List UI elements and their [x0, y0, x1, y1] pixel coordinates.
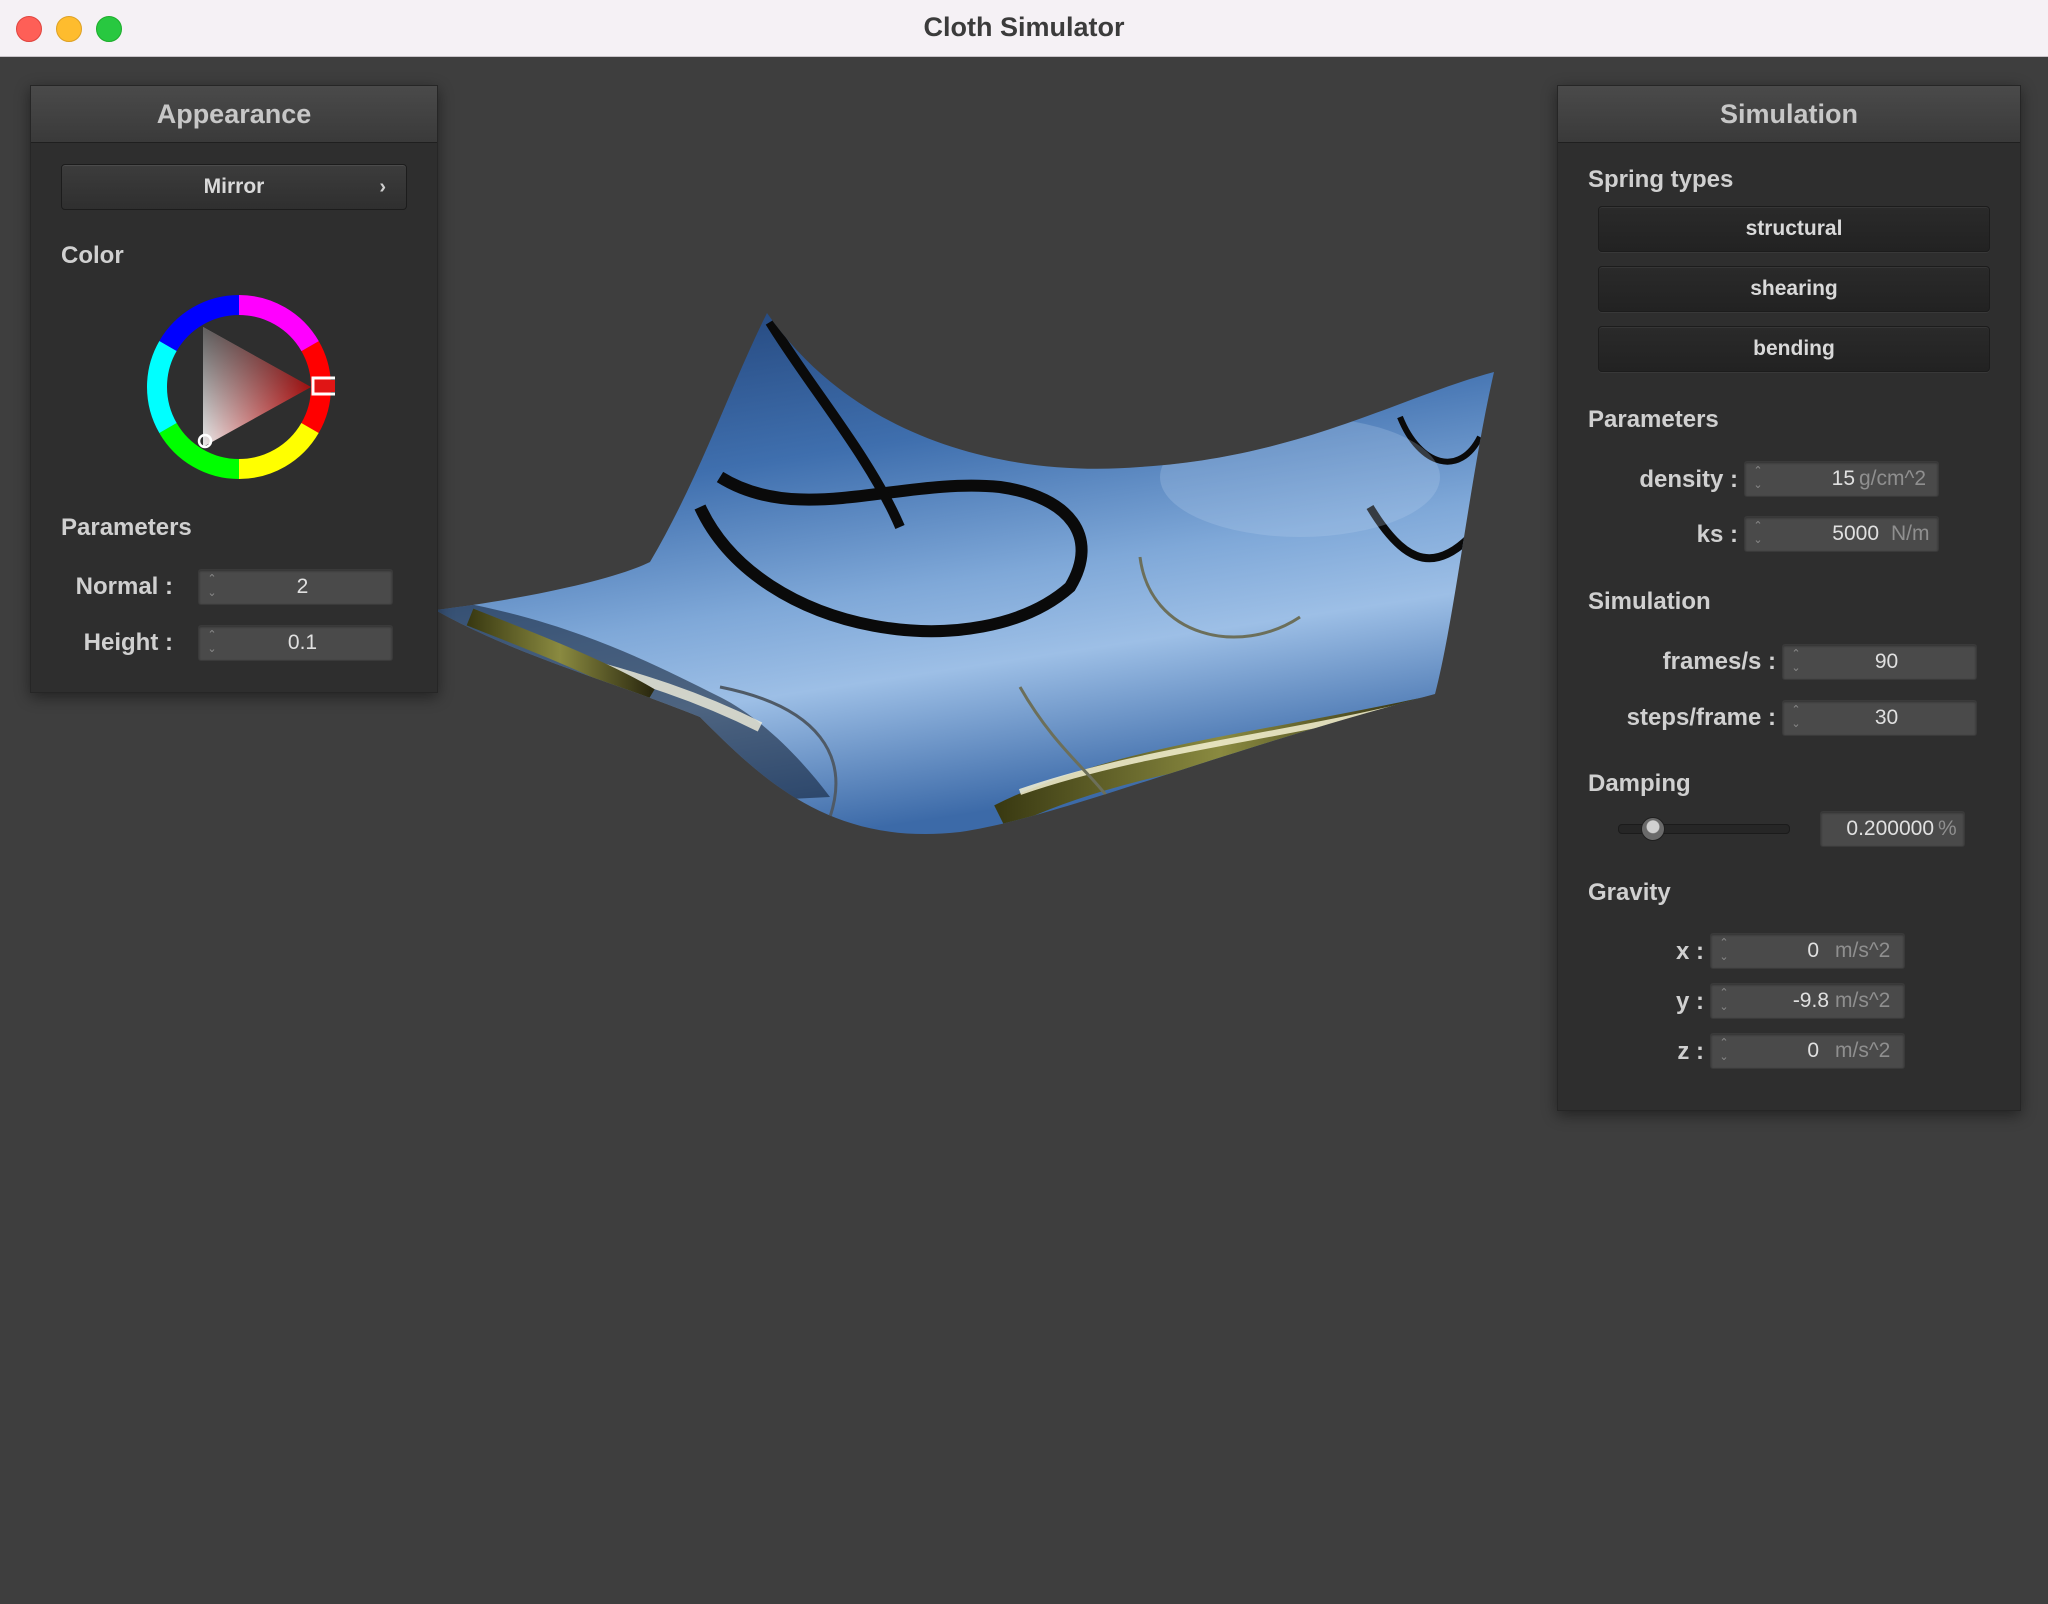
normal-value: 2 [296, 575, 309, 598]
spinner-arrows-icon[interactable]: ⌃ ⌄ [1751, 519, 1765, 549]
bending-spring-button[interactable]: bending [1598, 326, 1990, 372]
gravity-x-label: x : [1675, 938, 1704, 965]
normal-input[interactable]: ⌃ ⌄ 2 [198, 569, 393, 605]
fps-value: 90 [1874, 650, 1899, 673]
spinner-arrows-icon[interactable]: ⌃ ⌄ [1789, 703, 1803, 733]
shader-dropdown-label: Mirror [203, 175, 265, 198]
fps-input[interactable]: ⌃ ⌄ 90 [1782, 644, 1977, 680]
density-label: density : [1639, 466, 1738, 493]
height-input[interactable]: ⌃ ⌄ 0.1 [198, 625, 393, 661]
spinner-arrows-icon[interactable]: ⌃ ⌄ [1717, 986, 1731, 1016]
spinner-arrows-icon[interactable]: ⌃ ⌄ [1717, 936, 1731, 966]
spinner-arrows-icon[interactable]: ⌃ ⌄ [205, 628, 219, 658]
ks-value: 5000 [1832, 522, 1879, 545]
gravity-y-unit: m/s^2 [1835, 989, 1891, 1012]
damping-value: 0.200000 [1846, 817, 1934, 840]
gravity-y-label: y : [1675, 988, 1704, 1015]
steps-per-frame-label: steps/frame : [1626, 704, 1776, 731]
spinner-arrows-icon[interactable]: ⌃ ⌄ [1717, 1036, 1731, 1066]
gravity-x-input[interactable]: ⌃ ⌄ 0 m/s^2 [1710, 933, 1905, 969]
damping-unit: % [1938, 817, 1957, 840]
title-bar: Cloth Simulator [0, 0, 2048, 57]
hue-selector-fill [315, 380, 335, 392]
height-value: 0.1 [287, 631, 318, 654]
appearance-parameters-label: Parameters [61, 514, 192, 541]
steps-per-frame-value: 30 [1874, 706, 1899, 729]
density-input[interactable]: ⌃ ⌄ 15 g/cm^2 [1744, 461, 1939, 497]
ks-label: ks : [1696, 521, 1738, 548]
ks-input[interactable]: ⌃ ⌄ 5000 N/m [1744, 516, 1939, 552]
saturation-value-triangle[interactable] [203, 327, 311, 447]
spinner-arrows-icon[interactable]: ⌃ ⌄ [205, 572, 219, 602]
structural-spring-button[interactable]: structural [1598, 206, 1990, 252]
spinner-arrows-icon[interactable]: ⌃ ⌄ [1751, 464, 1765, 494]
gravity-z-value: 0 [1807, 1039, 1819, 1062]
gravity-z-label: z : [1677, 1038, 1704, 1065]
color-section-label: Color [61, 242, 124, 269]
damping-label: Damping [1588, 770, 1691, 797]
steps-per-frame-input[interactable]: ⌃ ⌄ 30 [1782, 700, 1977, 736]
damping-slider-knob[interactable] [1641, 817, 1665, 841]
normal-label: Normal : [75, 573, 173, 600]
gravity-x-unit: m/s^2 [1835, 939, 1891, 962]
damping-input[interactable]: 0.200000 % [1820, 811, 1965, 847]
density-unit: g/cm^2 [1859, 467, 1927, 490]
fps-label: frames/s : [1662, 648, 1776, 675]
window-title: Cloth Simulator [923, 12, 1125, 42]
spinner-arrows-icon[interactable]: ⌃ ⌄ [1789, 647, 1803, 677]
simulation-panel: Simulation Spring types structural shear… [1557, 85, 2021, 1111]
gravity-x-value: 0 [1807, 939, 1819, 962]
spring-types-label: Spring types [1588, 166, 1734, 193]
simulation-parameters-label: Parameters [1588, 406, 1719, 433]
appearance-panel-title: Appearance [31, 86, 437, 143]
chevron-right-icon: › [379, 176, 386, 198]
shearing-spring-button[interactable]: shearing [1598, 266, 1990, 312]
shader-dropdown[interactable]: Mirror › [61, 164, 407, 210]
gravity-label: Gravity [1588, 879, 1671, 906]
density-value: 15 [1831, 467, 1855, 490]
gravity-z-input[interactable]: ⌃ ⌄ 0 m/s^2 [1710, 1033, 1905, 1069]
color-wheel[interactable] [143, 291, 335, 483]
gravity-y-input[interactable]: ⌃ ⌄ -9.8 m/s^2 [1710, 983, 1905, 1019]
appearance-panel: Appearance Mirror › Color Parameters Nor… [30, 85, 438, 693]
simulation-panel-title: Simulation [1558, 86, 2020, 143]
ks-unit: N/m [1891, 522, 1930, 545]
simulation-section-label: Simulation [1588, 588, 1711, 615]
gravity-y-value: -9.8 [1792, 989, 1829, 1012]
height-label: Height : [83, 629, 173, 656]
gravity-z-unit: m/s^2 [1835, 1039, 1891, 1062]
